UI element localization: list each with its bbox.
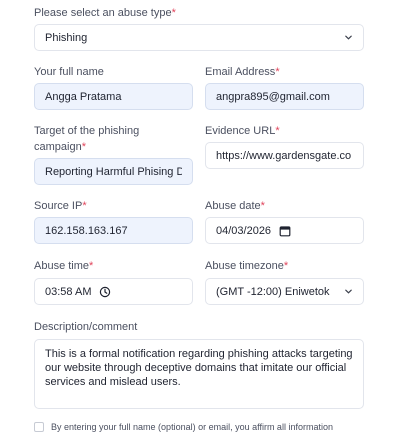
description-textarea[interactable]: This is a formal notification regarding … xyxy=(34,339,364,409)
abuse-timezone-value: (GMT -12:00) Eniwetok xyxy=(216,285,330,298)
evidence-url-input[interactable]: https://www.gardensgate.co xyxy=(205,142,364,169)
evidence-url-label-text: Evidence URL xyxy=(205,125,276,137)
email-label-text: Email Address xyxy=(205,66,276,78)
consent-text: By entering your full name (optional) or… xyxy=(51,422,333,432)
target-label-text: Target of the phishing campaign xyxy=(34,125,140,153)
full-name-label: Your full name xyxy=(34,64,104,80)
abuse-type-label: Please select an abuse type* xyxy=(34,5,176,21)
abuse-type-select[interactable]: Phishing xyxy=(34,24,364,51)
abuse-time-input[interactable]: 03:58 AM xyxy=(34,278,193,305)
source-ip-label-text: Source IP xyxy=(34,200,83,212)
required-marker: * xyxy=(171,7,176,19)
abuse-time-label: Abuse time* xyxy=(34,258,93,274)
source-ip-value: 162.158.163.167 xyxy=(45,224,128,237)
clock-icon[interactable] xyxy=(99,286,111,298)
evidence-url-value: https://www.gardensgate.co xyxy=(216,149,352,162)
abuse-timezone-label: Abuse timezone* xyxy=(205,258,288,274)
full-name-input[interactable]: Angga Pratama xyxy=(34,83,193,110)
required-marker: * xyxy=(82,200,87,212)
required-marker: * xyxy=(275,125,280,137)
calendar-icon[interactable] xyxy=(279,225,291,237)
abuse-time-label-text: Abuse time xyxy=(34,260,90,272)
full-name-label-text: Your full name xyxy=(34,66,104,78)
abuse-type-label-text: Please select an abuse type xyxy=(34,7,172,19)
email-input[interactable]: angpra895@gmail.com xyxy=(205,83,364,110)
description-label-text: Description/comment xyxy=(34,321,138,333)
description-label: Description/comment xyxy=(34,319,137,335)
abuse-date-label: Abuse date* xyxy=(205,198,265,214)
target-value: Reporting Harmful Phising Domain xyxy=(45,165,182,178)
abuse-date-input[interactable]: 04/03/2026 xyxy=(205,217,364,244)
required-marker: * xyxy=(89,260,94,272)
required-marker: * xyxy=(275,66,280,78)
consent-checkbox[interactable] xyxy=(34,422,44,432)
required-marker: * xyxy=(260,200,265,212)
chevron-down-icon xyxy=(345,35,352,40)
abuse-date-label-text: Abuse date xyxy=(205,200,261,212)
abuse-timezone-label-text: Abuse timezone xyxy=(205,260,284,272)
abuse-date-value: 04/03/2026 xyxy=(216,224,272,237)
chevron-down-icon xyxy=(345,289,352,294)
evidence-url-label: Evidence URL* xyxy=(205,123,280,139)
abuse-timezone-select[interactable]: (GMT -12:00) Eniwetok xyxy=(205,278,364,305)
abuse-time-value: 03:58 AM xyxy=(45,285,92,298)
full-name-value: Angga Pratama xyxy=(45,90,122,103)
required-marker: * xyxy=(283,260,289,272)
required-marker: * xyxy=(81,141,86,153)
email-value: angpra895@gmail.com xyxy=(216,90,330,103)
source-ip-label: Source IP* xyxy=(34,198,87,214)
email-label: Email Address* xyxy=(205,64,280,80)
consent-row: By entering your full name (optional) or… xyxy=(34,422,333,432)
target-input[interactable]: Reporting Harmful Phising Domain xyxy=(34,158,193,185)
source-ip-input[interactable]: 162.158.163.167 xyxy=(34,217,193,244)
target-label: Target of the phishing campaign* xyxy=(34,123,184,155)
abuse-type-value: Phishing xyxy=(45,31,88,44)
